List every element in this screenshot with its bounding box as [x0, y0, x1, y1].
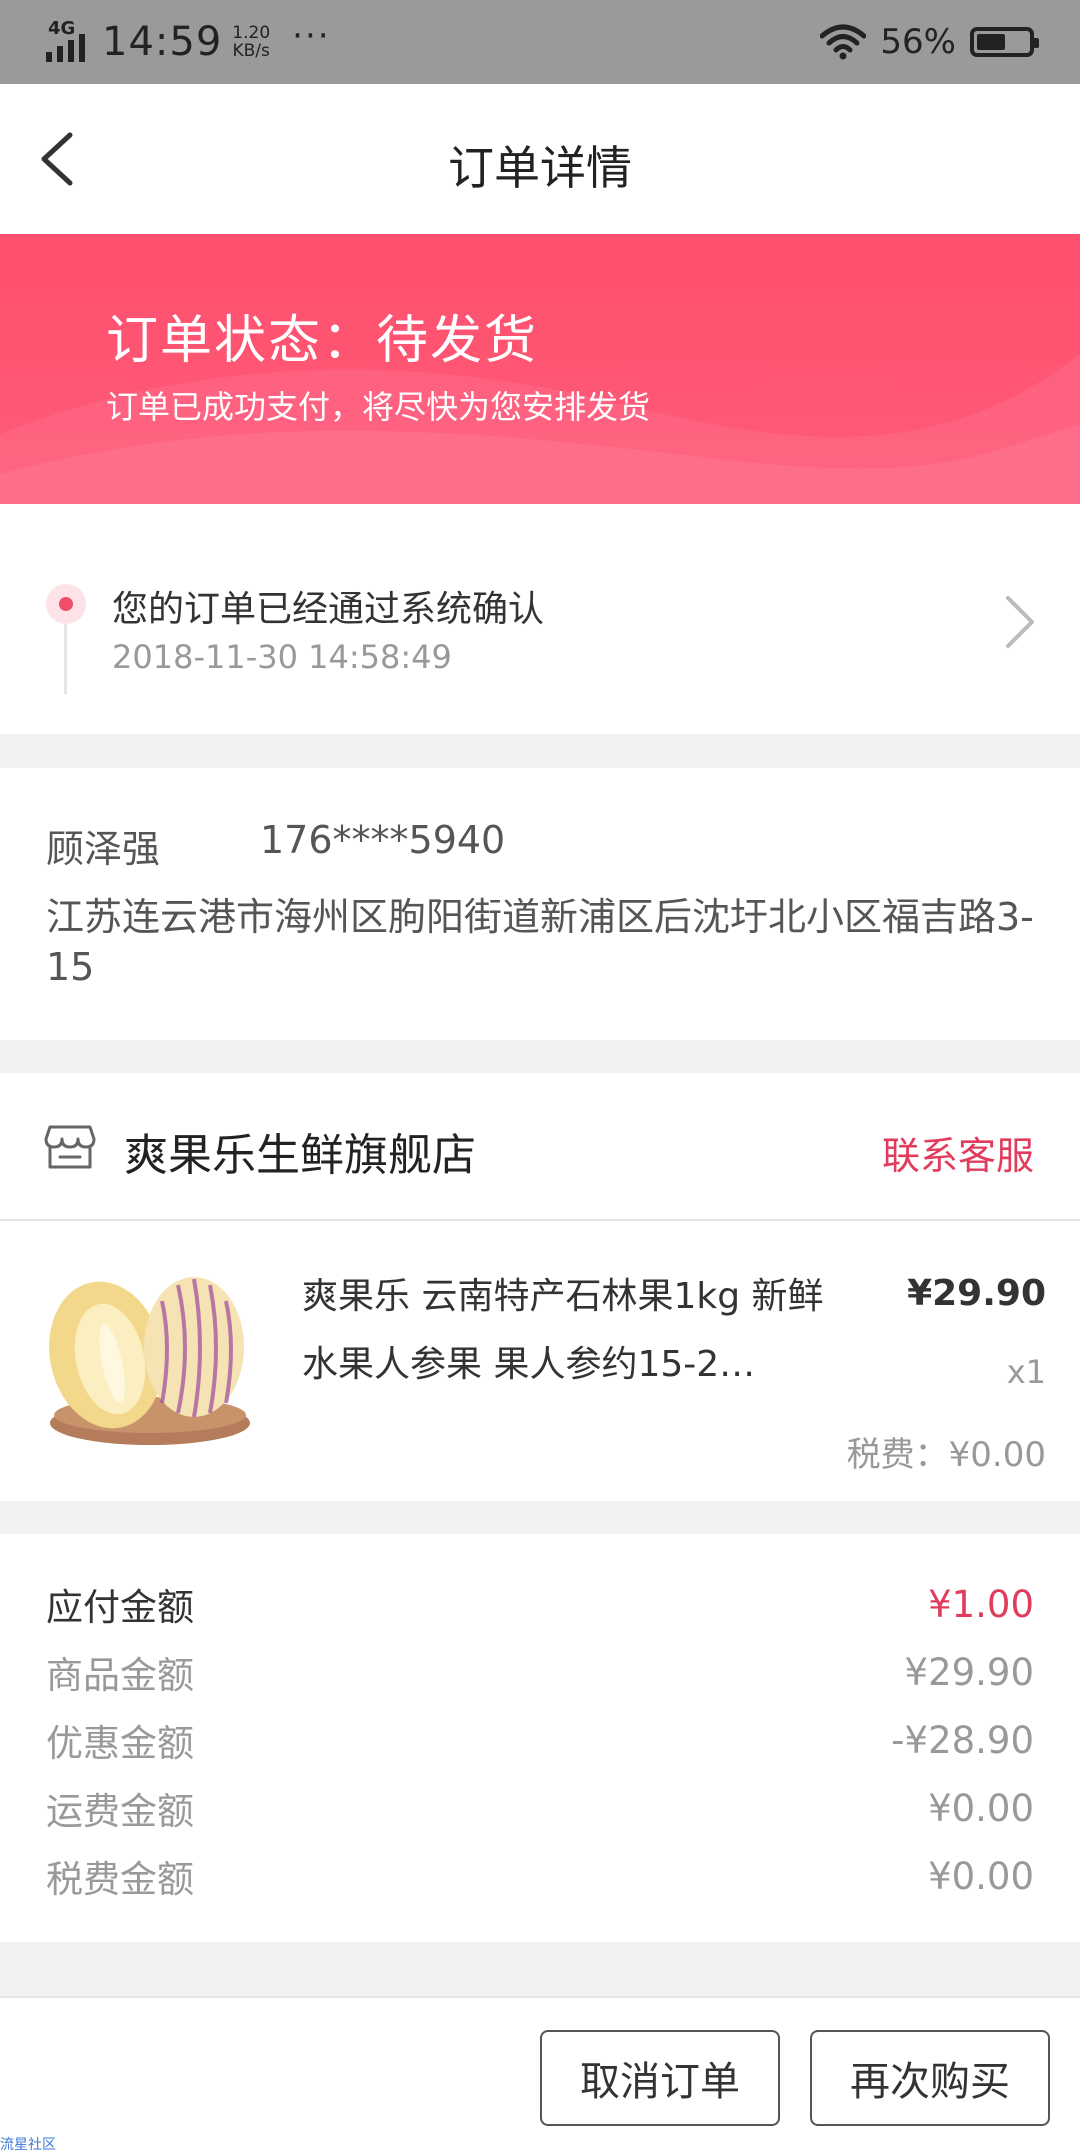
- timeline-line: [64, 624, 67, 694]
- summary-label: 应付金额: [46, 1586, 194, 1629]
- app-header: 订单详情: [0, 84, 1080, 234]
- wifi-icon: [820, 24, 867, 60]
- watermark: 流星社区: [0, 2137, 56, 2153]
- order-status-banner: 订单状态：待发货 订单已成功支付，将尽快为您安排发货: [0, 234, 1080, 504]
- order-status-description: 订单已成功支付，将尽快为您安排发货: [106, 388, 651, 426]
- battery-percent: 56%: [880, 22, 956, 62]
- chevron-right-icon[interactable]: [1000, 592, 1040, 652]
- page-title: 订单详情: [448, 141, 632, 195]
- battery-icon: [970, 27, 1039, 57]
- summary-row-discount: 优惠金额 -¥28.90: [46, 1710, 1034, 1770]
- recipient-name: 顾泽强: [46, 827, 161, 871]
- contact-service-button[interactable]: 联系客服: [882, 1125, 1034, 1180]
- tracking-message: 您的订单已经通过系统确认: [112, 589, 545, 630]
- battery-level: [977, 34, 1005, 50]
- store-icon: [44, 1125, 96, 1169]
- summary-row-payable: 应付金额 ¥1.00: [46, 1574, 1034, 1634]
- summary-label: 优惠金额: [46, 1722, 194, 1765]
- address-text: 江苏连云港市海州区朐阳街道新浦区后沈圩北小区福吉路3-15: [46, 895, 1034, 989]
- product-price: ¥29.90: [907, 1273, 1046, 1314]
- product-image[interactable]: [44, 1263, 256, 1449]
- timeline-dot-icon: [46, 584, 86, 624]
- shipping-address: 顾泽强 176****5940 江苏连云港市海州区朐阳街道新浦区后沈圩北小区福吉…: [0, 768, 1080, 1040]
- summary-row-goods: 商品金额 ¥29.90: [46, 1642, 1034, 1702]
- order-status-title: 订单状态：待发货: [106, 311, 539, 371]
- status-bar-right: 56%: [820, 18, 1039, 66]
- product-quantity: x1: [1006, 1353, 1046, 1391]
- cancel-order-button[interactable]: 取消订单: [540, 2030, 780, 2126]
- summary-label: 运费金额: [46, 1790, 194, 1833]
- order-tracking-row[interactable]: 您的订单已经通过系统确认 2018-11-30 14:58:49: [0, 504, 1080, 734]
- product-tax: 税费：¥0.00: [846, 1435, 1046, 1475]
- summary-row-shipping: 运费金额 ¥0.00: [46, 1778, 1034, 1838]
- summary-value: ¥1.00: [928, 1582, 1034, 1626]
- payment-summary: 应付金额 ¥1.00 商品金额 ¥29.90 优惠金额 -¥28.90 运费金额…: [0, 1534, 1080, 1942]
- status-bar-left: 4G 14:59 1.20 KB/s ···: [46, 16, 331, 66]
- summary-label: 税费金额: [46, 1858, 194, 1901]
- summary-label: 商品金额: [46, 1654, 194, 1697]
- signal-icon: 4G: [46, 20, 96, 64]
- summary-value: ¥29.90: [904, 1650, 1034, 1694]
- speed-value: 1.20: [232, 23, 271, 43]
- tracking-time: 2018-11-30 14:58:49: [112, 638, 452, 676]
- summary-value: ¥0.00: [928, 1854, 1034, 1898]
- summary-value: ¥0.00: [928, 1786, 1034, 1830]
- summary-row-tax: 税费金额 ¥0.00: [46, 1846, 1034, 1906]
- recipient-phone: 176****5940: [260, 818, 506, 862]
- store-header: 爽果乐生鲜旗舰店 联系客服: [0, 1073, 1080, 1221]
- status-time: 14:59: [102, 19, 223, 65]
- product-title[interactable]: 爽果乐 云南特产石林果1kg 新鲜水果人参果 果人参约15-2…: [302, 1263, 842, 1399]
- speed-unit: KB/s: [232, 41, 270, 61]
- status-bar: 4G 14:59 1.20 KB/s ··· 56%: [0, 0, 1080, 84]
- summary-value: -¥28.90: [891, 1718, 1034, 1762]
- network-speed: 1.20 KB/s: [232, 24, 270, 60]
- buy-again-button[interactable]: 再次购买: [810, 2030, 1050, 2126]
- store-section: 爽果乐生鲜旗舰店 联系客服 爽果乐 云南特产石林果1kg 新鲜水果人参果 果人参…: [0, 1073, 1080, 1501]
- bottom-action-bar: 取消订单 再次购买 流星社区: [0, 1996, 1080, 2154]
- store-name[interactable]: 爽果乐生鲜旗舰店: [124, 1119, 476, 1183]
- more-notifications-icon: ···: [292, 16, 331, 56]
